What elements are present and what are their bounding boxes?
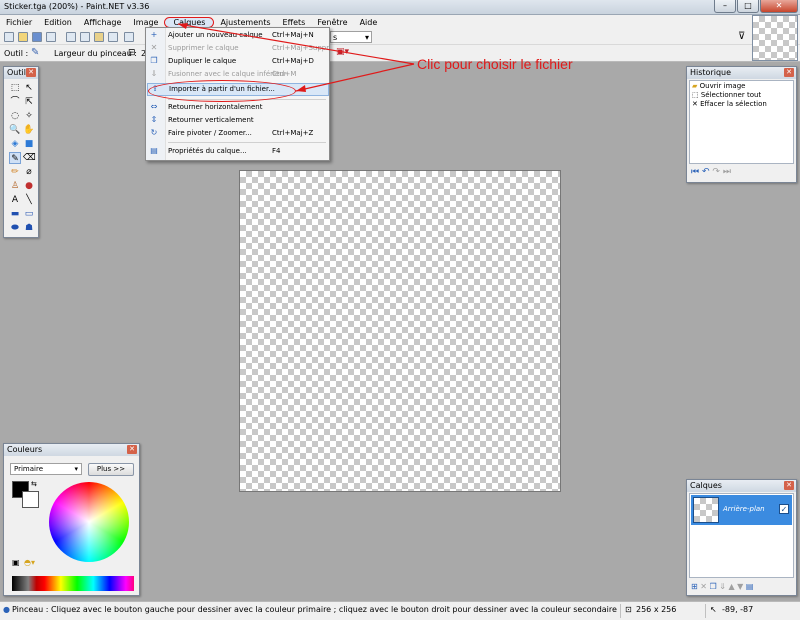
annotation-arrowhead-menu: [178, 23, 188, 29]
annotation-arrow-menu: [177, 23, 415, 65]
annotation-arrowhead-item: [296, 85, 306, 92]
status-bar: ● Pinceau : Cliquez avec le bouton gauch…: [0, 601, 800, 620]
annotation-text: Clic pour choisir le fichier: [417, 56, 573, 72]
cursor-position-icon: ↖: [710, 605, 717, 614]
status-divider: [620, 604, 621, 618]
info-icon: ●: [3, 605, 10, 614]
image-size-icon: ⊡: [625, 605, 632, 614]
cursor-position: -89, -87: [722, 605, 754, 614]
annotation-arrow-item: [295, 63, 415, 92]
image-size: 256 x 256: [636, 605, 677, 614]
annotation-arrows: [177, 23, 415, 92]
status-hint: Pinceau : Cliquez avec le bouton gauche …: [12, 605, 617, 614]
status-divider: [705, 604, 706, 618]
